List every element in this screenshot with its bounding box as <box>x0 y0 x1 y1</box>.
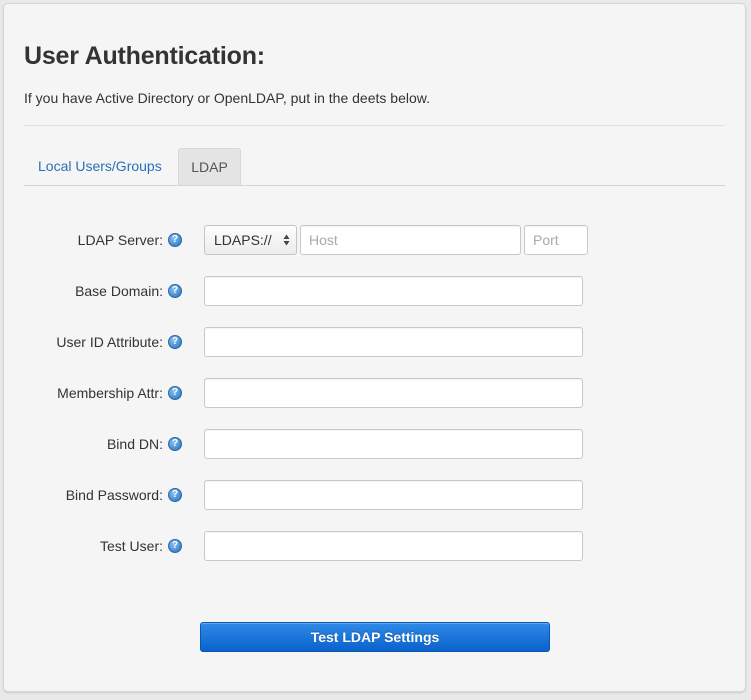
base-domain-input[interactable] <box>204 276 583 306</box>
help-icon[interactable]: ? <box>168 335 182 349</box>
bind-password-label: Bind Password: <box>65 487 163 503</box>
help-icon[interactable]: ? <box>168 233 182 247</box>
host-input[interactable] <box>300 225 521 255</box>
bind-dn-input[interactable] <box>204 429 583 459</box>
test-user-input[interactable] <box>204 531 583 561</box>
help-icon[interactable]: ? <box>168 437 182 451</box>
bind-password-row: Bind Password: ? <box>4 480 747 510</box>
tab-bar-border <box>24 185 725 186</box>
test-user-row: Test User: ? <box>4 531 747 561</box>
base-domain-label: Base Domain: <box>75 283 163 299</box>
help-icon[interactable]: ? <box>168 284 182 298</box>
membership-attr-label: Membership Attr: <box>57 385 163 401</box>
divider <box>24 125 725 126</box>
help-icon[interactable]: ? <box>168 386 182 400</box>
help-icon[interactable]: ? <box>168 488 182 502</box>
base-domain-row: Base Domain: ? <box>4 276 747 306</box>
test-ldap-settings-button[interactable]: Test LDAP Settings <box>200 622 550 652</box>
page-subtitle: If you have Active Directory or OpenLDAP… <box>24 90 430 106</box>
tab-local-users-groups[interactable]: Local Users/Groups <box>24 148 176 185</box>
test-user-label: Test User: <box>99 538 163 554</box>
protocol-select-value: LDAPS:// <box>214 232 272 248</box>
bind-password-input[interactable] <box>204 480 583 510</box>
bind-dn-row: Bind DN: ? <box>4 429 747 459</box>
ldap-server-row: LDAP Server: ? LDAPS:// <box>4 225 747 255</box>
membership-attr-input[interactable] <box>204 378 583 408</box>
help-icon[interactable]: ? <box>168 539 182 553</box>
ldap-server-label: LDAP Server: <box>77 232 163 248</box>
user-id-attribute-row: User ID Attribute: ? <box>4 327 747 357</box>
user-id-attribute-label: User ID Attribute: <box>56 334 163 350</box>
user-id-attribute-input[interactable] <box>204 327 583 357</box>
protocol-select[interactable]: LDAPS:// <box>204 225 297 255</box>
select-arrows-icon <box>283 234 290 246</box>
page-title: User Authentication: <box>24 42 265 70</box>
port-input[interactable] <box>524 225 588 255</box>
settings-panel: User Authentication: If you have Active … <box>3 3 746 692</box>
tab-ldap[interactable]: LDAP <box>178 148 241 185</box>
membership-attr-row: Membership Attr: ? <box>4 378 747 408</box>
bind-dn-label: Bind DN: <box>106 436 163 452</box>
